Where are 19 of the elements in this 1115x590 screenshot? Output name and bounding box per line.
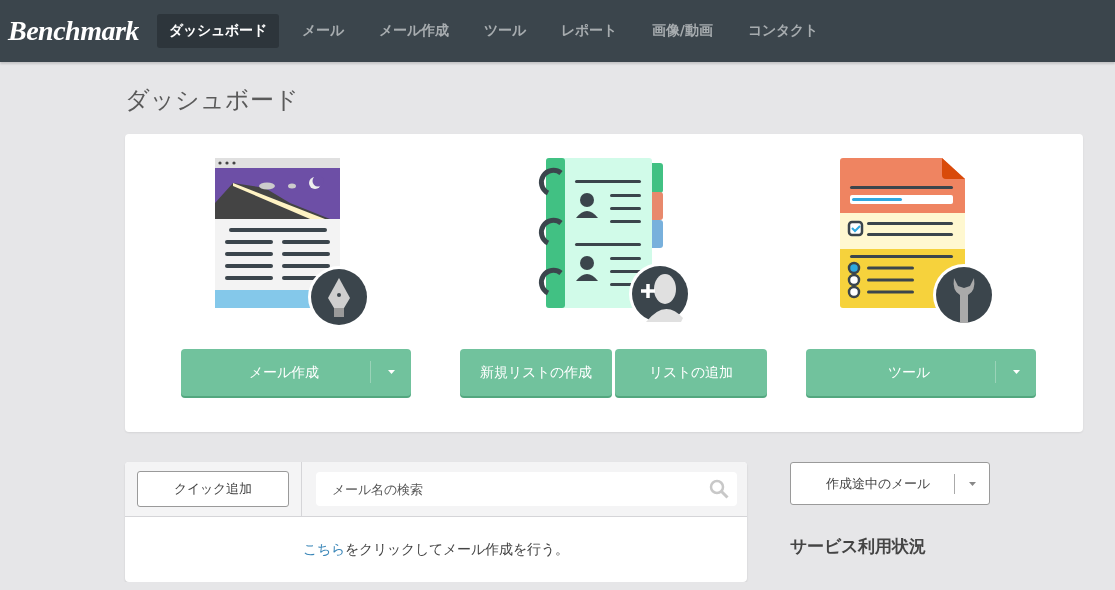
nav-tab[interactable]: 画像/動画: [639, 14, 725, 48]
nav-tab[interactable]: メール: [289, 14, 356, 48]
nav-tab[interactable]: レポート: [548, 14, 629, 48]
logo[interactable]: Benchmark: [8, 15, 139, 47]
nav-tab[interactable]: コンタクト: [736, 14, 830, 48]
nav-tab[interactable]: ツール: [471, 14, 538, 48]
search-field[interactable]: メール名の検索: [316, 472, 737, 506]
section-heading: サービス利用状況: [790, 535, 927, 558]
page-title: ダッシュボード: [125, 85, 300, 116]
empty-message: こちら をクリックしてメール作成を行う。: [302, 539, 570, 559]
quick-add-button[interactable]: クイック追加: [137, 471, 289, 507]
create-link[interactable]: こちら: [303, 540, 345, 557]
nav-tab[interactable]: メール作成: [366, 14, 461, 48]
caret-icon: [387, 370, 395, 374]
nav-tab[interactable]: ダッシュボード: [156, 14, 279, 48]
drafts-button[interactable]: 作成途中のメール: [790, 462, 990, 505]
caret-icon: [968, 482, 976, 486]
search-icon: [709, 479, 729, 499]
caret-icon: [1012, 370, 1020, 374]
